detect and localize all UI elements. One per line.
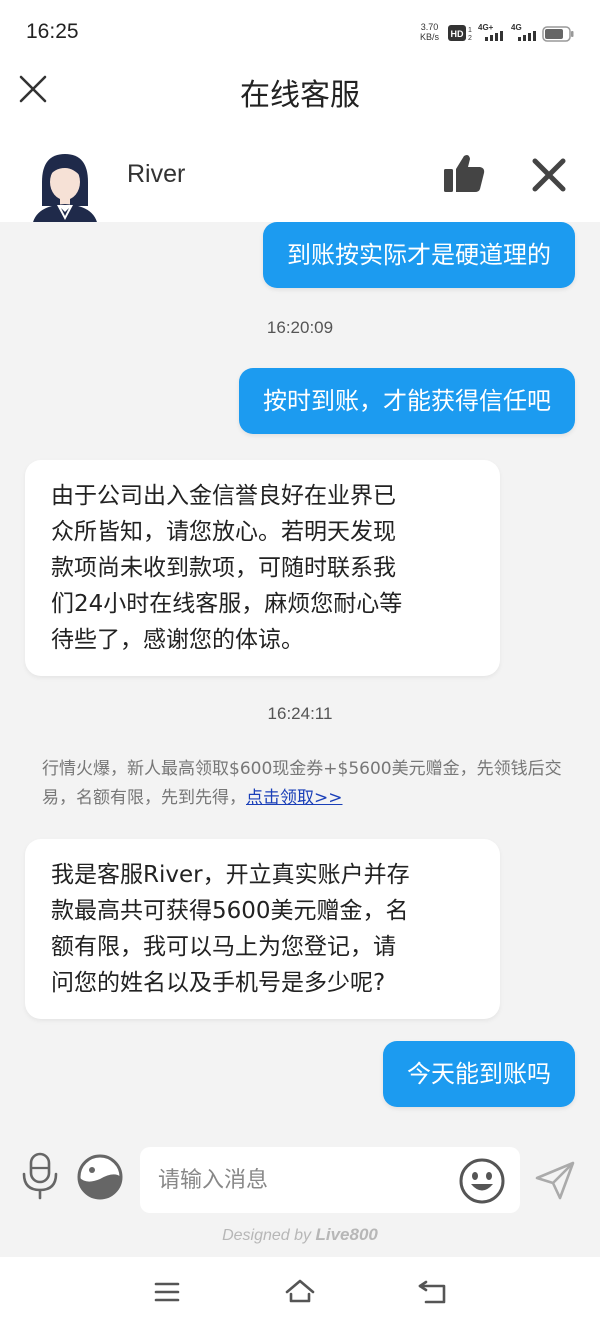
agent-message-line: 由于公司出入金信誉良好在业界已 xyxy=(51,483,396,509)
agent-message-line: 我是客服River，开立真实账户并存 xyxy=(51,862,410,888)
signal-4g-plus-icon: 4G+ xyxy=(478,23,503,41)
svg-text:1: 1 xyxy=(468,27,472,34)
status-bar: 16:25 3.70 KB/s HD 1 2 4G+ 4G xyxy=(0,0,600,66)
promo-link[interactable]: 点击领取>> xyxy=(246,788,343,808)
chat-area[interactable]: 到账按实际才是硬道理的 16:20:09 按时到账，才能获得信任吧 由于公司出入… xyxy=(0,222,600,1137)
agent-avatar xyxy=(32,154,98,230)
timestamp: 16:24:11 xyxy=(267,704,333,723)
net-speed-unit: KB/s xyxy=(420,32,440,42)
x-icon[interactable] xyxy=(530,156,568,194)
agent-message-line: 问您的姓名以及手机号是多少呢? xyxy=(51,970,386,996)
title-bar: 在线客服 xyxy=(0,66,600,130)
agent-message: 我是客服River，开立真实账户并存 款最高共可获得5600美元赠金，名 额有限… xyxy=(25,839,500,1019)
sig1-label: 4G+ xyxy=(478,23,494,32)
hd-icon: HD 1 2 xyxy=(448,25,472,42)
signal-4g-icon: 4G xyxy=(511,23,536,41)
hd-label: HD xyxy=(451,29,464,39)
input-bar: Designed by Live800 xyxy=(0,1137,600,1257)
sig2-label: 4G xyxy=(511,23,522,32)
agent-message-line: 款项尚未收到款项，可随时联系我 xyxy=(51,555,396,581)
agent-message: 由于公司出入金信誉良好在业界已 众所皆知，请您放心。若明天发现 款项尚未收到款项… xyxy=(25,460,500,676)
agent-message-line: 众所皆知，请您放心。若明天发现 xyxy=(51,519,396,545)
designed-by: Designed by Live800 xyxy=(0,1225,600,1245)
timestamp: 16:20:09 xyxy=(266,318,334,337)
net-speed: 3.70 KB/s xyxy=(420,22,439,42)
agent-message-line: 额有限，我可以马上为您登记，请 xyxy=(51,934,396,960)
send-icon[interactable] xyxy=(534,1159,576,1201)
brand-logo: Live800 xyxy=(315,1225,378,1244)
yin-yang-icon[interactable] xyxy=(76,1153,124,1201)
user-message: 按时到账，才能获得信任吧 xyxy=(239,368,575,434)
back-icon[interactable] xyxy=(416,1275,450,1309)
user-message: 到账按实际才是硬道理的 xyxy=(263,222,575,288)
page-title: 在线客服 xyxy=(240,78,360,113)
menu-icon[interactable] xyxy=(150,1275,184,1309)
promo-notice: 行情火爆，新人最高领取$600现金券+$5600美元赠金，先领钱后交易，名额有限… xyxy=(42,755,562,813)
agent-message-line: 待些了，感谢您的体谅。 xyxy=(51,627,304,653)
home-icon[interactable] xyxy=(283,1275,317,1309)
smiley-icon[interactable] xyxy=(458,1157,506,1205)
nav-bar xyxy=(0,1257,600,1327)
agent-message-line: 款最高共可获得5600美元赠金，名 xyxy=(51,898,409,924)
battery-icon xyxy=(542,26,574,42)
svg-text:2: 2 xyxy=(468,35,472,42)
status-time: 16:25 xyxy=(26,20,79,43)
agent-message-line: 们24小时在线客服，麻烦您耐心等 xyxy=(51,591,403,617)
microphone-icon[interactable] xyxy=(18,1151,62,1201)
designed-by-text: Designed by xyxy=(222,1227,312,1244)
net-speed-value: 3.70 xyxy=(420,22,439,32)
agent-bar: River xyxy=(0,130,600,230)
user-message: 今天能到账吗 xyxy=(383,1041,575,1107)
thumbs-up-icon[interactable] xyxy=(442,152,486,194)
agent-name: River xyxy=(127,160,186,188)
